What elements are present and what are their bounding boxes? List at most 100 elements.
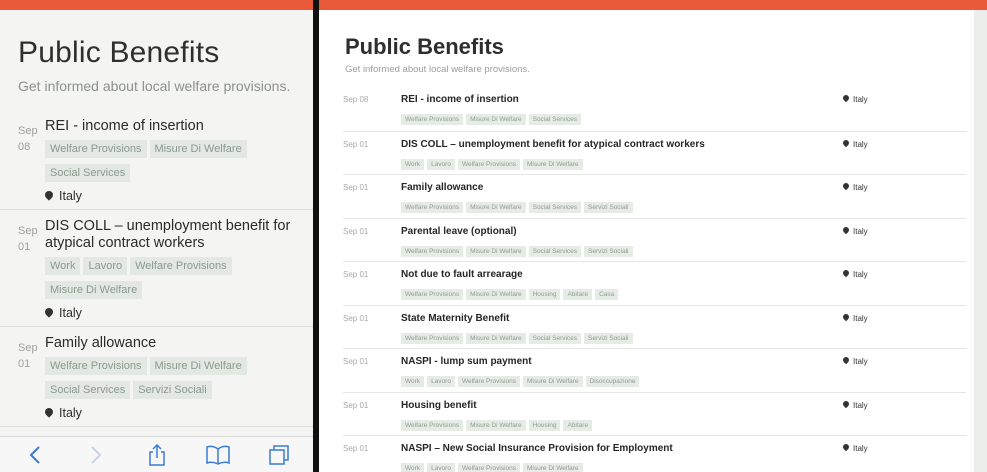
item-title[interactable]: DIS COLL – unemployment benefit for atyp…: [45, 218, 303, 252]
row-title[interactable]: REI - income of insertion: [401, 94, 841, 105]
tag[interactable]: Servizi Sociali: [584, 245, 633, 257]
tag[interactable]: Misure Di Welfare: [523, 376, 583, 387]
tag[interactable]: Welfare Provisions: [457, 463, 521, 472]
tag[interactable]: Misure Di Welfare: [149, 357, 247, 375]
row-main: Parental leave (optional) Welfare Provisi…: [401, 226, 841, 258]
item-day: 01: [18, 241, 31, 253]
location-label: Italy: [853, 444, 868, 453]
table-row[interactable]: Sep 01 State Maternity Benefit Welfare Pro…: [343, 304, 966, 349]
tag[interactable]: Lavoro: [83, 257, 128, 275]
tag[interactable]: Social Services: [528, 202, 582, 213]
location-label: Italy: [853, 357, 868, 366]
page-subtitle: Get informed about local welfare provisi…: [345, 64, 530, 75]
tag[interactable]: Work: [401, 463, 425, 472]
tag[interactable]: Lavoro: [427, 158, 455, 170]
item-location: Italy: [43, 306, 303, 320]
row-tags: Welfare Provisions Misure Di Welfare Socia…: [401, 108, 841, 126]
row-title[interactable]: Housing benefit: [401, 400, 841, 411]
row-title[interactable]: Family allowance: [401, 182, 841, 193]
tag[interactable]: Lavoro: [427, 463, 455, 472]
row-title[interactable]: Not due to fault arrearage: [401, 269, 841, 280]
table-row[interactable]: Sep 01 Family allowance Welfare Provisions…: [343, 174, 966, 218]
row-title[interactable]: State Maternity Benefit: [401, 313, 841, 324]
tag[interactable]: Misure Di Welfare: [149, 140, 247, 158]
tag[interactable]: Housing: [528, 419, 561, 431]
tag[interactable]: Work: [45, 257, 81, 275]
tag[interactable]: Misure Di Welfare: [466, 245, 526, 257]
tag[interactable]: Welfare Provisions: [401, 419, 464, 431]
location-pin-icon: [841, 268, 851, 278]
forward-icon[interactable]: [81, 441, 111, 469]
list-item[interactable]: Sep 08 REI - income of insertion Welfare Pr…: [0, 110, 313, 209]
tag[interactable]: Misure Di Welfare: [466, 114, 526, 125]
tag[interactable]: Misure Di Welfare: [45, 281, 143, 299]
location-label: Italy: [853, 313, 868, 323]
table-row[interactable]: Sep 01 NASPI – New Social Insurance Provi…: [343, 435, 966, 472]
tag[interactable]: Social Services: [45, 164, 131, 182]
tag[interactable]: Servizi Sociali: [584, 332, 633, 344]
item-day: 01: [18, 358, 31, 370]
row-tags: Work Lavoro Welfare Provisions Misure Di We…: [401, 457, 841, 472]
tag[interactable]: Abitare: [563, 289, 593, 300]
tag[interactable]: Welfare Provisions: [401, 114, 464, 125]
tag[interactable]: Social Services: [45, 381, 131, 399]
tag[interactable]: Welfare Provisions: [401, 332, 464, 344]
location-pin-icon: [841, 93, 851, 103]
bookmarks-icon[interactable]: [203, 441, 233, 469]
tag[interactable]: Disoccupazione: [585, 376, 640, 387]
table-row[interactable]: Sep 01 NASPI - lump sum payment Work Lavoro…: [343, 348, 966, 392]
back-icon[interactable]: [20, 441, 50, 469]
tag[interactable]: Abitare: [563, 419, 593, 431]
tag[interactable]: Welfare Provisions: [401, 289, 464, 300]
accent-bar: [319, 0, 987, 10]
tag[interactable]: Servizi Sociali: [133, 381, 212, 399]
tag[interactable]: Misure Di Welfare: [466, 289, 526, 300]
tabs-icon[interactable]: [264, 441, 294, 469]
tag[interactable]: Work: [401, 158, 425, 170]
tag[interactable]: Welfare Provisions: [457, 158, 521, 170]
tag[interactable]: Social Services: [528, 332, 582, 344]
row-title[interactable]: Parental leave (optional): [401, 226, 841, 237]
tag[interactable]: Misure Di Welfare: [466, 202, 526, 213]
row-title[interactable]: DIS COLL – unemployment benefit for atyp…: [401, 139, 841, 150]
location-pin-icon: [841, 138, 851, 147]
tag[interactable]: Misure Di Welfare: [523, 463, 583, 472]
location-pin-icon: [841, 442, 851, 452]
table-row[interactable]: Sep 01 Housing benefit Welfare Provisions M…: [343, 391, 966, 436]
table-row[interactable]: Sep 08 REI - income of insertion Welfare P…: [343, 87, 966, 131]
table-row[interactable]: Sep 01 DIS COLL – unemployment benefit fo…: [343, 130, 966, 175]
row-main: State Maternity Benefit Welfare Provision…: [401, 313, 841, 345]
row-location: Italy: [841, 355, 868, 366]
tag[interactable]: Welfare Provisions: [45, 357, 147, 375]
tag[interactable]: Misure Di Welfare: [466, 332, 526, 344]
item-location: Italy: [43, 189, 303, 203]
list-item[interactable]: Sep 01 DIS COLL – unemployment benefit for…: [0, 209, 313, 326]
item-title[interactable]: Family allowance: [45, 335, 303, 352]
tag[interactable]: Welfare Provisions: [401, 202, 464, 213]
tag[interactable]: Misure Di Welfare: [523, 158, 583, 170]
share-icon[interactable]: [142, 441, 172, 469]
tag[interactable]: Lavoro: [427, 376, 455, 387]
tag[interactable]: Welfare Provisions: [45, 140, 147, 158]
row-date: Sep 01: [343, 270, 369, 279]
tag[interactable]: Housing: [528, 289, 561, 300]
tag[interactable]: Welfare Provisions: [457, 376, 521, 387]
tag[interactable]: Social Services: [528, 245, 582, 257]
tag[interactable]: Social Services: [528, 114, 582, 125]
row-date: Sep 01: [343, 357, 369, 366]
tag[interactable]: Welfare Provisions: [401, 245, 464, 257]
tag[interactable]: Work: [401, 376, 425, 387]
row-tags: Work Lavoro Welfare Provisions Misure Di We…: [401, 370, 841, 388]
list-item[interactable]: Sep 01 Family allowance Welfare Provisions M…: [0, 326, 313, 426]
item-title[interactable]: REI - income of insertion: [45, 118, 303, 135]
item-body: DIS COLL – unemployment benefit for atyp…: [43, 218, 303, 320]
location-pin-icon: [841, 312, 851, 321]
row-title[interactable]: NASPI - lump sum payment: [401, 356, 841, 367]
row-title[interactable]: NASPI – New Social Insurance Provision f…: [401, 443, 841, 454]
tag[interactable]: Servizi Sociali: [584, 202, 633, 213]
tag[interactable]: Misure Di Welfare: [466, 419, 526, 431]
table-row[interactable]: Sep 01 Parental leave (optional) Welfare P…: [343, 217, 966, 262]
tag[interactable]: Casa: [595, 289, 619, 300]
table-row[interactable]: Sep 01 Not due to fault arrearage Welfare …: [343, 261, 966, 305]
tag[interactable]: Welfare Provisions: [130, 257, 232, 275]
